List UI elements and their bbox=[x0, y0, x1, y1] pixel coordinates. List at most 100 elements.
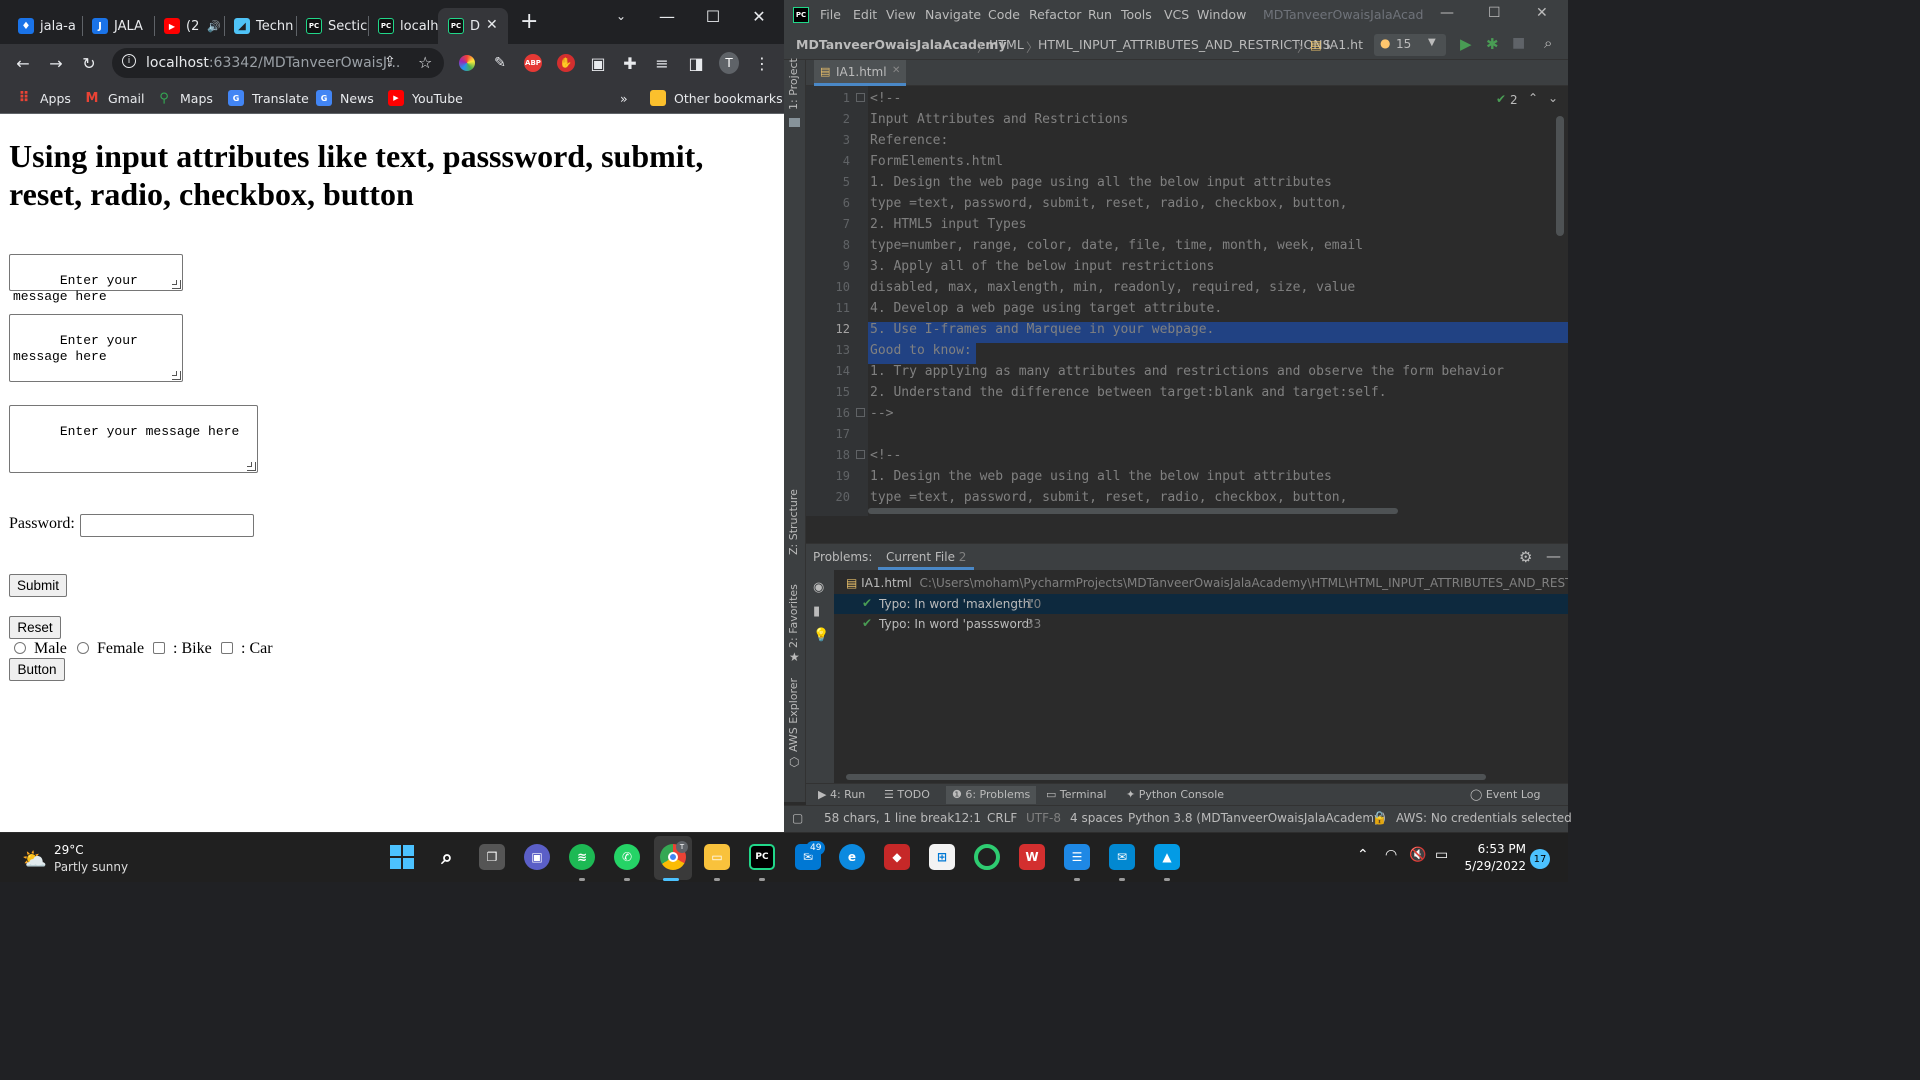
line-separator[interactable]: CRLF bbox=[987, 811, 1017, 825]
horizontal-scrollbar[interactable] bbox=[868, 508, 1398, 514]
tab-sectio[interactable]: PC Sectic bbox=[296, 8, 368, 44]
hide-panel-icon[interactable]: — bbox=[1546, 547, 1561, 565]
lock-icon[interactable]: 🔓 bbox=[1372, 811, 1387, 825]
menu-window[interactable]: Window bbox=[1197, 7, 1246, 22]
menu-run[interactable]: Run bbox=[1088, 7, 1112, 22]
notepad-icon[interactable]: ☰ bbox=[1064, 844, 1090, 870]
start-windows-icon[interactable] bbox=[389, 844, 415, 870]
wps-office-icon[interactable]: W bbox=[1019, 844, 1045, 870]
menu-vcs[interactable]: VCS bbox=[1164, 7, 1189, 22]
hand-stop-extension-icon[interactable]: ✋ bbox=[556, 53, 576, 73]
indent-setting[interactable]: 4 spaces bbox=[1070, 811, 1123, 825]
wifi-icon[interactable]: ◠ bbox=[1385, 847, 1397, 863]
favorites-tool-tab[interactable]: 2: Favorites bbox=[787, 584, 800, 648]
eye-icon[interactable]: ◉ bbox=[813, 580, 824, 595]
menu-file[interactable]: File bbox=[820, 7, 841, 22]
bookmark-news[interactable]: G News bbox=[316, 88, 374, 108]
share-icon[interactable]: ⇪ bbox=[384, 54, 396, 70]
tab-youtube[interactable]: ▶ (2 🔊 bbox=[154, 8, 224, 44]
notification-badge[interactable]: 17 bbox=[1530, 849, 1550, 869]
speaker-icon[interactable]: 🔊 bbox=[207, 20, 221, 33]
close-tab-icon[interactable]: ✕ bbox=[486, 17, 498, 33]
tab-terminal[interactable]: ▭ Terminal bbox=[1046, 788, 1106, 801]
breadcrumb-project[interactable]: MDTanveerOwaisJalaAcademy bbox=[796, 37, 1007, 52]
previous-highlight-icon[interactable]: ⌃ bbox=[1528, 91, 1538, 105]
profile-avatar[interactable]: T bbox=[719, 52, 739, 74]
weather-condition[interactable]: Partly sunny bbox=[54, 860, 128, 874]
car-checkbox[interactable] bbox=[221, 642, 233, 654]
clock-date[interactable]: 5/29/2022 bbox=[1456, 859, 1526, 873]
problem-item-selected[interactable]: ✔ Typo: In word 'maxlength' :10 bbox=[834, 594, 1568, 614]
event-log-tab[interactable]: ◯ Event Log bbox=[1470, 788, 1540, 801]
search-icon[interactable]: ⌕ bbox=[1544, 34, 1552, 52]
side-panel-icon[interactable]: ◨ bbox=[686, 53, 706, 73]
clock-time[interactable]: 6:53 PM bbox=[1466, 842, 1526, 856]
fold-marker-icon[interactable] bbox=[856, 450, 865, 459]
file-encoding[interactable]: UTF-8 bbox=[1026, 811, 1061, 825]
bookmark-apps[interactable]: ⠿ Apps bbox=[16, 88, 71, 108]
resize-grip-icon[interactable] bbox=[172, 280, 181, 289]
weather-temperature[interactable]: 29°C bbox=[54, 843, 84, 857]
editor-tab-ia1-html[interactable]: ▤ IA1.html ✕ bbox=[814, 60, 906, 86]
debug-bug-icon[interactable]: ✱ bbox=[1486, 35, 1499, 53]
menu-navigate[interactable]: Navigate bbox=[925, 7, 981, 22]
mail-icon[interactable]: ✉ bbox=[1109, 844, 1135, 870]
menu-edit[interactable]: Edit bbox=[853, 7, 877, 22]
fold-marker-icon[interactable] bbox=[856, 93, 865, 102]
code-editor[interactable]: ✔ 2 ⌃ ⌄ <!-- Input Attributes and Restric… bbox=[868, 86, 1568, 516]
tab-active-document[interactable]: PC D ✕ bbox=[438, 8, 508, 44]
tab-techn[interactable]: ◢ Techn bbox=[224, 8, 296, 44]
whatsapp-icon[interactable]: ✆ bbox=[614, 844, 640, 870]
maximize-icon[interactable]: ☐ bbox=[690, 0, 736, 32]
message-textarea-small[interactable]: Enter your message here bbox=[9, 254, 183, 304]
adblock-extension-icon[interactable]: ABP bbox=[523, 53, 543, 73]
bookmark-translate[interactable]: G Translate bbox=[228, 88, 309, 108]
battery-icon[interactable]: ▭ bbox=[1435, 847, 1448, 863]
message-textarea-medium[interactable]: Enter your message here bbox=[9, 314, 183, 382]
pycharm-taskbar-icon[interactable]: PC bbox=[749, 844, 775, 870]
reload-icon[interactable]: ↻ bbox=[79, 53, 99, 73]
spotify-icon[interactable]: ≋ bbox=[569, 844, 595, 870]
show-hidden-icons-chevron-icon[interactable]: ⌃ bbox=[1357, 847, 1369, 863]
minimize-icon[interactable]: — bbox=[644, 0, 690, 32]
weather-sun-cloud-icon[interactable]: ⛅ bbox=[22, 847, 47, 871]
bookmark-star-icon[interactable]: ☆ bbox=[418, 53, 432, 72]
aws-explorer-tool-tab[interactable]: AWS Explorer bbox=[787, 678, 800, 752]
tab-todo[interactable]: ☰ TODO bbox=[884, 788, 930, 801]
menu-code[interactable]: Code bbox=[988, 7, 1020, 22]
menu-view[interactable]: View bbox=[886, 7, 916, 22]
tab-jala-a[interactable]: ♦ jala-a bbox=[8, 8, 82, 44]
close-window-icon[interactable]: ✕ bbox=[1536, 5, 1548, 21]
tab-run[interactable]: ▶ 4: Run bbox=[818, 788, 865, 801]
reader-extension-icon[interactable]: ▣ bbox=[588, 53, 608, 73]
chrome-menu-icon[interactable]: ⋮ bbox=[752, 53, 772, 73]
fold-marker-icon[interactable] bbox=[856, 408, 865, 417]
breadcrumb-folder[interactable]: HTML_INPUT_ATTRIBUTES_AND_RESTRICTIONS bbox=[1038, 37, 1331, 52]
bookmarks-overflow-button[interactable]: » bbox=[620, 88, 628, 108]
close-window-icon[interactable]: ✕ bbox=[736, 0, 782, 32]
inspection-check-icon[interactable]: ✔ bbox=[1496, 92, 1506, 106]
lightbulb-icon[interactable]: 💡 bbox=[813, 628, 829, 643]
next-highlight-icon[interactable]: ⌄ bbox=[1548, 91, 1558, 105]
project-tool-tab[interactable]: 1: Project bbox=[787, 58, 800, 110]
male-radio[interactable] bbox=[14, 642, 26, 654]
address-bar[interactable]: i localhost:63342/MDTanveerOwaisJ... ⇪ ☆ bbox=[112, 48, 444, 78]
favorites-star-icon[interactable]: ★ bbox=[789, 650, 800, 664]
tab-problems[interactable]: ❶ 6: Problems bbox=[946, 786, 1037, 804]
color-wheel-extension-icon[interactable] bbox=[457, 53, 477, 73]
bookmark-gmail[interactable]: M Gmail bbox=[84, 88, 145, 108]
tab-python-console[interactable]: ✦ Python Console bbox=[1126, 788, 1224, 801]
aws-cube-icon[interactable]: ⬡ bbox=[789, 755, 799, 769]
eyedropper-extension-icon[interactable]: ✎ bbox=[490, 53, 510, 73]
problem-item[interactable]: ✔ Typo: In word 'passsword' :33 bbox=[834, 614, 1568, 634]
task-view-icon[interactable]: ❐ bbox=[479, 844, 505, 870]
microsoft-store-icon[interactable]: ⊞ bbox=[929, 844, 955, 870]
bike-checkbox[interactable] bbox=[153, 642, 165, 654]
toggle-tool-windows-icon[interactable]: ▢ bbox=[792, 811, 803, 825]
message-textarea-wide[interactable]: Enter your message here bbox=[9, 405, 258, 473]
search-icon[interactable]: ⌕ bbox=[434, 844, 460, 870]
plain-button[interactable]: Button bbox=[9, 658, 65, 681]
tab-search-chevron-icon[interactable]: ⌄ bbox=[598, 0, 644, 32]
info-icon[interactable]: i bbox=[122, 54, 136, 68]
media-queue-icon[interactable]: ≡ bbox=[652, 53, 672, 73]
